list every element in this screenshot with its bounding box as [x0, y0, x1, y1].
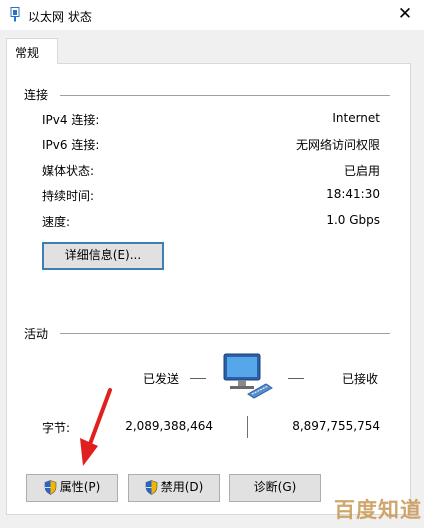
media-state-label: 媒体状态: — [42, 164, 95, 178]
ipv4-value: Internet — [332, 111, 380, 125]
activity-section-title: 活动 — [24, 327, 49, 341]
tab-general[interactable]: 常规 — [6, 38, 58, 64]
ipv4-label: IPv4 连接: — [42, 113, 100, 127]
ipv6-value: 无网络访问权限 — [295, 138, 380, 152]
disable-button[interactable]: 禁用(D) — [128, 474, 220, 502]
sent-label: 已发送 — [143, 372, 180, 386]
network-adapter-icon — [10, 7, 20, 22]
ipv6-label: IPv6 连接: — [42, 138, 100, 152]
connection-divider — [60, 95, 390, 96]
duration-label: 持续时间: — [42, 189, 95, 203]
bytes-received-value: 8,897,755,754 — [292, 419, 380, 433]
activity-divider — [60, 333, 390, 334]
media-state-value: 已启用 — [343, 164, 380, 178]
properties-button-label: 属性(P) — [59, 480, 101, 494]
properties-button[interactable]: 属性(P) — [26, 474, 118, 502]
duration-value: 18:41:30 — [326, 187, 380, 201]
diagnose-button[interactable]: 诊断(G) — [229, 474, 321, 502]
received-dash — [288, 378, 304, 379]
details-button[interactable]: 详细信息(E)... — [42, 242, 164, 270]
uac-shield-icon — [145, 480, 157, 495]
speed-label: 速度: — [42, 215, 71, 229]
bytes-separator — [247, 416, 248, 438]
bytes-label: 字节: — [42, 421, 71, 435]
sent-dash — [190, 378, 206, 379]
disable-button-label: 禁用(D) — [160, 480, 204, 494]
speed-value: 1.0 Gbps — [326, 213, 380, 227]
bytes-sent-value: 2,089,388,464 — [125, 419, 213, 433]
close-button[interactable]: ✕ — [392, 4, 418, 26]
network-computer-icon — [223, 353, 273, 399]
connection-section-title: 连接 — [24, 88, 49, 102]
title-bar: 以太网 状态 ✕ — [0, 0, 424, 30]
annotation-arrow — [80, 388, 112, 466]
watermark-logo: 百度知道 — [334, 498, 422, 522]
window-title: 以太网 状态 — [28, 10, 92, 24]
received-label: 已接收 — [342, 372, 379, 386]
tab-panel-general — [6, 63, 411, 515]
uac-shield-icon — [44, 480, 56, 495]
